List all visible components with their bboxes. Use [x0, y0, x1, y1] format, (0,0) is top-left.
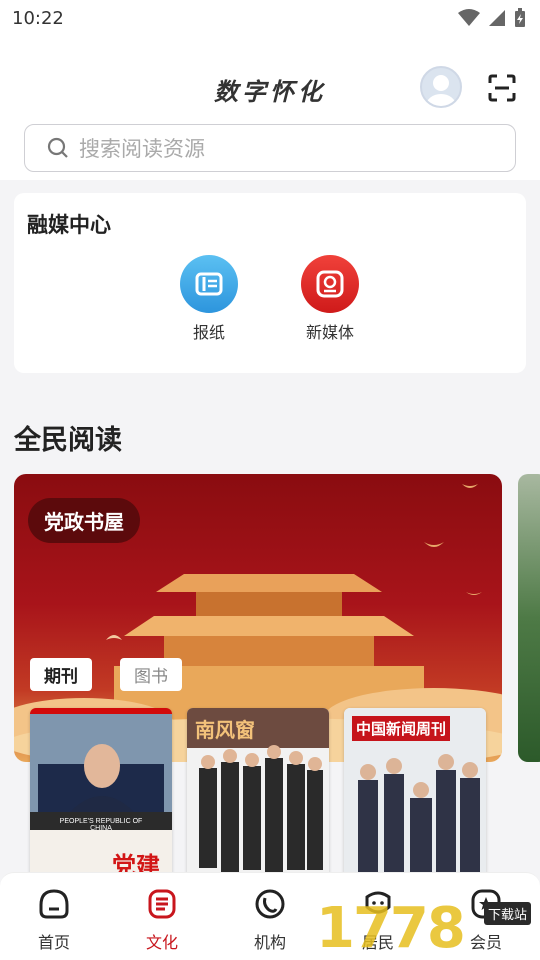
- home-icon: [39, 889, 69, 919]
- media-center-title: 融媒中心: [27, 213, 111, 237]
- institution-icon: [255, 889, 285, 919]
- banner-label: 党政书屋: [28, 498, 140, 543]
- nav-item-culture[interactable]: 文化: [122, 887, 202, 953]
- avatar[interactable]: [420, 66, 462, 108]
- search-placeholder: 搜索阅读资源: [79, 137, 205, 161]
- section-title-reading: 全民阅读: [14, 425, 122, 456]
- signal-icon: [489, 10, 505, 26]
- culture-icon: [148, 889, 176, 919]
- tab-books[interactable]: 图书: [120, 658, 182, 691]
- watermark-logo: 1778: [316, 896, 466, 960]
- cover-caption: PEOPLE'S REPUBLIC OF CHINA: [59, 818, 143, 832]
- tab-periodicals[interactable]: 期刊: [30, 658, 92, 691]
- nav-label: 首页: [37, 933, 70, 952]
- watermark-tag: 下载站: [484, 902, 532, 925]
- media-item-label: 报纸: [192, 323, 225, 342]
- media-item-newspaper[interactable]: 报纸: [169, 255, 249, 343]
- media-item-label: 新媒体: [305, 323, 354, 342]
- nav-label: 机构: [253, 933, 286, 952]
- status-icons: [458, 8, 526, 28]
- next-banner-peek[interactable]: [518, 474, 540, 762]
- magazine-cover[interactable]: PEOPLE'S REPUBLIC OF CHINA 党建: [30, 708, 172, 878]
- cover-masthead: 南风窗: [195, 718, 255, 742]
- new-media-icon: [301, 255, 359, 313]
- app-header: 数字怀化 搜索阅读资源: [0, 36, 540, 180]
- nav-item-institution[interactable]: 机构: [230, 887, 310, 953]
- nav-label: 文化: [145, 933, 178, 952]
- scan-icon[interactable]: [488, 74, 516, 102]
- magazine-cover[interactable]: 中国新闻周刊: [344, 708, 486, 878]
- nav-item-home[interactable]: 首页: [14, 887, 94, 953]
- status-time: 10:22: [12, 7, 64, 29]
- search-input[interactable]: 搜索阅读资源: [24, 124, 516, 172]
- cover-masthead: 中国新闻周刊: [352, 716, 451, 741]
- newspaper-icon: [180, 255, 238, 313]
- media-item-new-media[interactable]: 新媒体: [290, 255, 370, 343]
- media-center-card: 融媒中心 报纸 新媒体: [14, 193, 526, 373]
- battery-icon: [515, 8, 525, 27]
- magazine-cover[interactable]: 南风窗: [187, 708, 329, 878]
- search-icon: [47, 137, 68, 158]
- status-bar: 10:22: [0, 0, 540, 36]
- wifi-icon: [458, 9, 480, 26]
